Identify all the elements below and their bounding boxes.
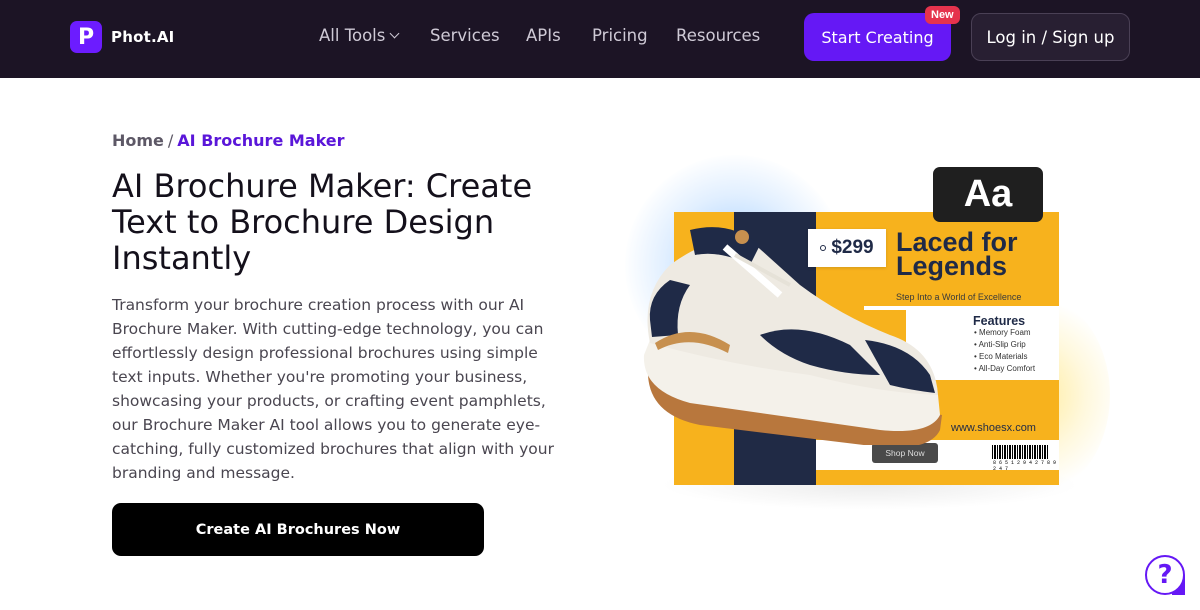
nav-all-tools-label: All Tools <box>319 26 386 45</box>
barcode-icon <box>992 445 1048 459</box>
breadcrumb-current[interactable]: AI Brochure Maker <box>177 131 344 150</box>
create-brochures-button[interactable]: Create AI Brochures Now <box>112 503 484 556</box>
nav-pricing[interactable]: Pricing <box>592 26 648 45</box>
price-value: $299 <box>831 237 874 258</box>
font-aa-badge: Aa <box>933 167 1043 222</box>
brochure-website: www.shoesx.com <box>951 422 1036 434</box>
brand-logo[interactable]: P Phot.AI <box>70 21 174 53</box>
brochure-shop-now: Shop Now <box>872 443 938 463</box>
breadcrumb-separator: / <box>167 131 174 150</box>
page-title: AI Brochure Maker: Create Text to Brochu… <box>112 167 533 277</box>
nav-all-tools[interactable]: All Tools <box>319 26 400 45</box>
feature-item: • All-Day Comfort <box>974 364 1036 373</box>
price-tag: $299 <box>808 229 886 267</box>
feature-item: • Eco Materials <box>974 352 1028 361</box>
help-button[interactable]: ? <box>1145 555 1185 595</box>
question-icon: ? <box>1157 560 1173 590</box>
logo-icon: P <box>70 21 102 53</box>
barcode-number: 8 6 5 1 2 9 4 2 7 8 9 2 4 7 <box>993 460 1057 472</box>
nav-services[interactable]: Services <box>430 26 500 45</box>
breadcrumb: Home / AI Brochure Maker <box>112 131 345 150</box>
sneaker-illustration <box>643 227 942 445</box>
breadcrumb-home-link[interactable]: Home <box>112 131 164 150</box>
nav-resources[interactable]: Resources <box>676 26 760 45</box>
hero-brochure-image: Laced for Legends Step Into a World of E… <box>620 150 1110 520</box>
brand-name: Phot.AI <box>111 28 175 46</box>
feature-item: • Anti-Slip Grip <box>974 340 1026 349</box>
top-navbar: P Phot.AI All Tools Services APIs Pricin… <box>0 0 1200 78</box>
page-description: Transform your brochure creation process… <box>112 296 554 482</box>
login-signup-button[interactable]: Log in / Sign up <box>971 13 1130 61</box>
tag-hole-icon <box>820 245 827 251</box>
feature-item: • Memory Foam <box>974 328 1031 337</box>
nav-apis[interactable]: APIs <box>526 26 561 45</box>
features-title: Features <box>973 314 1026 328</box>
new-badge: New <box>925 6 960 24</box>
chevron-down-icon <box>389 28 400 39</box>
